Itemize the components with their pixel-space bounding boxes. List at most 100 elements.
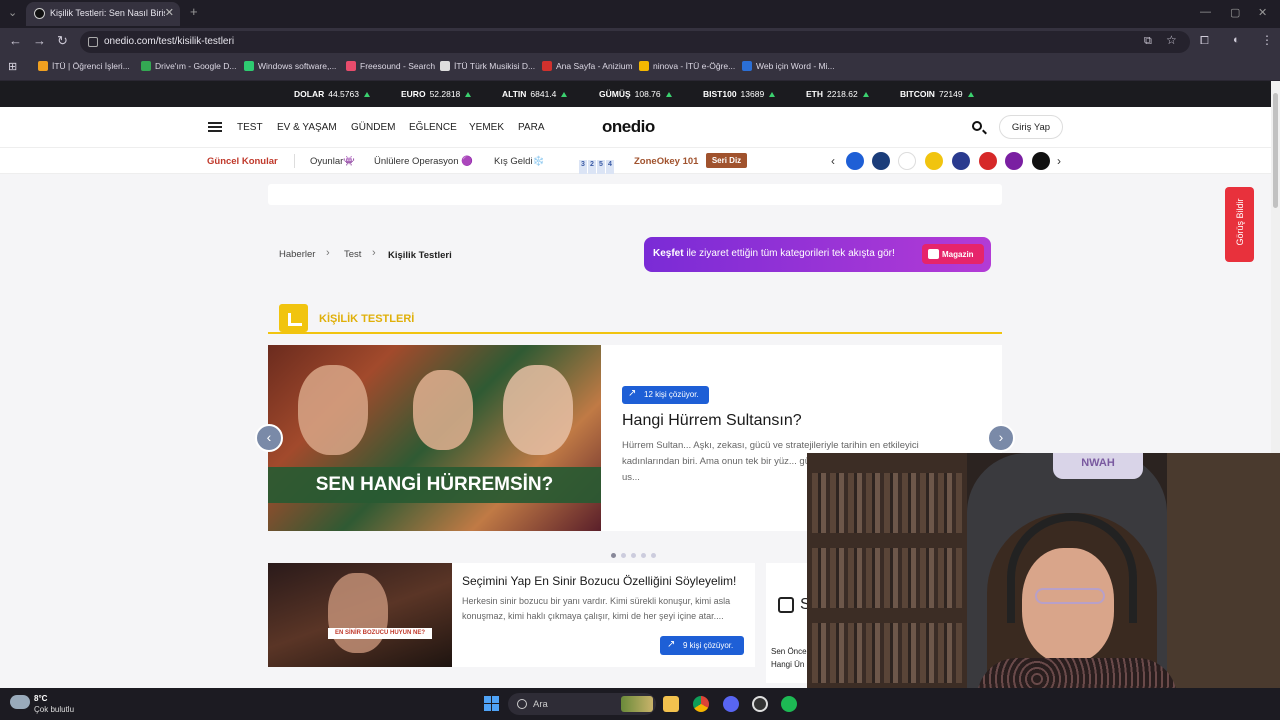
profile-icon[interactable]: ◐ bbox=[1233, 34, 1240, 46]
site-favicon-icon bbox=[34, 8, 45, 19]
bookmark-item[interactable]: Windows software,... bbox=[244, 61, 336, 71]
zone-okey-tiles[interactable]: 3254 bbox=[579, 153, 615, 174]
scrollbar-thumb[interactable] bbox=[1273, 93, 1278, 208]
search-icon[interactable] bbox=[972, 121, 982, 131]
brand-logo-icon[interactable] bbox=[846, 152, 864, 170]
topic-item[interactable]: Kış Geldi❄️ bbox=[494, 156, 544, 167]
ticker-item[interactable]: BITCOIN 72149 bbox=[900, 89, 974, 99]
back-icon[interactable]: ← bbox=[9, 33, 22, 48]
browser-tab[interactable]: Kişilik Testleri: Sen Nasıl Birisin? ✕ bbox=[26, 2, 180, 26]
cast-icon[interactable]: ⧉ bbox=[1144, 35, 1152, 48]
forward-icon[interactable]: → bbox=[33, 33, 46, 48]
slide-title[interactable]: Hangi Hürrem Sultansın? bbox=[622, 412, 802, 430]
bookmark-favicon-icon bbox=[639, 61, 649, 71]
new-tab-icon[interactable]: + bbox=[190, 4, 198, 19]
brand-logo-icon[interactable] bbox=[872, 152, 890, 170]
extensions-icon[interactable]: ⧠ bbox=[1200, 35, 1209, 48]
seri-diz-button[interactable]: Seri Diz bbox=[706, 153, 747, 168]
windows-start-icon[interactable] bbox=[484, 696, 500, 712]
brand-logo-icon[interactable] bbox=[925, 152, 943, 170]
tab-title: Kişilik Testleri: Sen Nasıl Birisin? bbox=[50, 8, 165, 18]
site-info-icon[interactable] bbox=[88, 37, 98, 47]
weather-temp[interactable]: 8°C bbox=[34, 694, 47, 703]
slider-prev-button[interactable]: ‹ bbox=[255, 424, 283, 452]
browser-menu-icon[interactable]: ⋮ bbox=[1261, 33, 1273, 47]
breadcrumb-current: Kişilik Testleri bbox=[388, 250, 452, 261]
slide-image[interactable]: SEN HANGİ HÜRREMSİN? bbox=[268, 345, 601, 531]
card-image[interactable]: EN SİNİR BOZUCU HUYUN NE? bbox=[268, 563, 452, 667]
breadcrumb-test[interactable]: Test bbox=[344, 249, 361, 260]
slider-dot[interactable] bbox=[621, 553, 626, 558]
minimize-icon[interactable]: — bbox=[1200, 6, 1211, 18]
nav-link-ev-yasam[interactable]: EV & YAŞAM bbox=[277, 122, 337, 133]
spotify-icon[interactable] bbox=[781, 696, 797, 712]
bookmark-item[interactable]: İTÜ | Öğrenci İşleri... bbox=[38, 61, 130, 71]
section-header: KİŞİLİK TESTLERİ bbox=[268, 304, 1002, 334]
file-explorer-icon[interactable] bbox=[663, 696, 679, 712]
ticker-item[interactable]: ALTIN 6841.4 bbox=[502, 89, 568, 99]
nav-link-test[interactable]: TEST bbox=[237, 122, 263, 133]
brand-logo-icon[interactable] bbox=[1032, 152, 1050, 170]
magazin-button[interactable]: Magazin bbox=[922, 244, 984, 264]
up-arrow-icon bbox=[769, 92, 776, 97]
brands-next-icon[interactable]: › bbox=[1057, 154, 1061, 168]
bookmark-item[interactable]: İTÜ Türk Musikisi D... bbox=[440, 61, 535, 71]
apps-grid-icon[interactable]: ⊞ bbox=[8, 60, 17, 73]
breadcrumb-chevron-icon: › bbox=[372, 247, 376, 259]
bookmark-item[interactable]: ninova - İTÜ e-Öğre... bbox=[639, 61, 735, 71]
chrome-icon[interactable] bbox=[693, 696, 709, 712]
bookmark-star-icon[interactable]: ☆ bbox=[1166, 33, 1177, 47]
up-arrow-icon bbox=[862, 92, 869, 97]
slider-dot[interactable] bbox=[651, 553, 656, 558]
ticker-item[interactable]: ETH 2218.62 bbox=[806, 89, 869, 99]
nav-link-yemek[interactable]: YEMEK bbox=[469, 122, 504, 133]
maximize-icon[interactable]: ▢ bbox=[1230, 6, 1240, 19]
breadcrumb-haberler[interactable]: Haberler bbox=[279, 249, 315, 260]
weather-cloud-icon[interactable] bbox=[10, 695, 30, 709]
close-window-icon[interactable]: ✕ bbox=[1258, 6, 1267, 19]
bookmark-item[interactable]: Drive'ım - Google D... bbox=[141, 61, 236, 71]
brands-prev-icon[interactable]: ‹ bbox=[831, 154, 835, 168]
slider-next-button[interactable]: › bbox=[987, 424, 1015, 452]
obs-icon[interactable] bbox=[752, 696, 768, 712]
discord-icon[interactable] bbox=[723, 696, 739, 712]
bookmark-item[interactable]: Ana Sayfa - Anizium bbox=[542, 61, 633, 71]
site-logo[interactable]: onedio bbox=[602, 117, 655, 137]
zone-okey-title[interactable]: ZoneOkey 101 bbox=[634, 156, 698, 167]
ticker-item[interactable]: GÜMÜŞ 108.76 bbox=[599, 89, 672, 99]
ticker-item[interactable]: BIST100 13689 bbox=[703, 89, 776, 99]
brand-logo-icon[interactable] bbox=[952, 152, 970, 170]
card-title[interactable]: Seçimini Yap En Sinir Bozucu Özelliğini … bbox=[462, 574, 736, 588]
reload-icon[interactable]: ↻ bbox=[57, 33, 68, 49]
market-ticker: DOLAR 44.5763 EURO 52.2818 ALTIN 6841.4 GÜM… bbox=[0, 81, 1280, 107]
login-button[interactable]: Giriş Yap bbox=[999, 115, 1063, 139]
close-tab-icon[interactable]: ✕ bbox=[165, 6, 174, 19]
section-title[interactable]: KİŞİLİK TESTLERİ bbox=[319, 313, 414, 325]
hamburger-menu-icon[interactable] bbox=[208, 122, 222, 132]
bookmark-item[interactable]: Freesound - Search bbox=[346, 61, 435, 71]
feedback-button[interactable]: Görüş Bildir bbox=[1225, 187, 1254, 262]
bookmark-item[interactable]: Web için Word - Mi... bbox=[742, 61, 835, 71]
test-card[interactable]: EN SİNİR BOZUCU HUYUN NE? Seçimini Yap E… bbox=[268, 563, 755, 667]
side-widget-text[interactable]: Sen Önce Hangi Ün bbox=[771, 645, 807, 671]
brand-logo-icon[interactable] bbox=[979, 152, 997, 170]
nav-link-gundem[interactable]: GÜNDEM bbox=[351, 122, 395, 133]
weather-description[interactable]: Çok bulutlu bbox=[34, 705, 74, 714]
ticker-item[interactable]: EURO 52.2818 bbox=[401, 89, 472, 99]
brand-logo-icon[interactable] bbox=[898, 152, 916, 170]
ticker-item[interactable]: DOLAR 44.5763 bbox=[294, 89, 370, 99]
nav-link-para[interactable]: PARA bbox=[518, 122, 545, 133]
brand-logo-icon[interactable] bbox=[1005, 152, 1023, 170]
slider-dot[interactable] bbox=[631, 553, 636, 558]
search-highlight-icon[interactable] bbox=[621, 696, 653, 712]
bookmark-favicon-icon bbox=[38, 61, 48, 71]
kesfet-bold: Keşfet bbox=[653, 248, 684, 259]
nav-link-eglence[interactable]: EĞLENCE bbox=[409, 122, 457, 133]
topic-item[interactable]: Oyunlar👾 bbox=[310, 156, 355, 167]
tab-search-icon[interactable]: ⌄ bbox=[8, 6, 17, 19]
slider-dot[interactable] bbox=[611, 553, 616, 558]
topic-item[interactable]: Ünlülere Operasyon 🟣 bbox=[374, 156, 473, 167]
breadcrumb-chevron-icon: › bbox=[326, 247, 330, 259]
url-field[interactable]: onedio.com/test/kisilik-testleri bbox=[80, 31, 1190, 53]
slider-dot[interactable] bbox=[641, 553, 646, 558]
